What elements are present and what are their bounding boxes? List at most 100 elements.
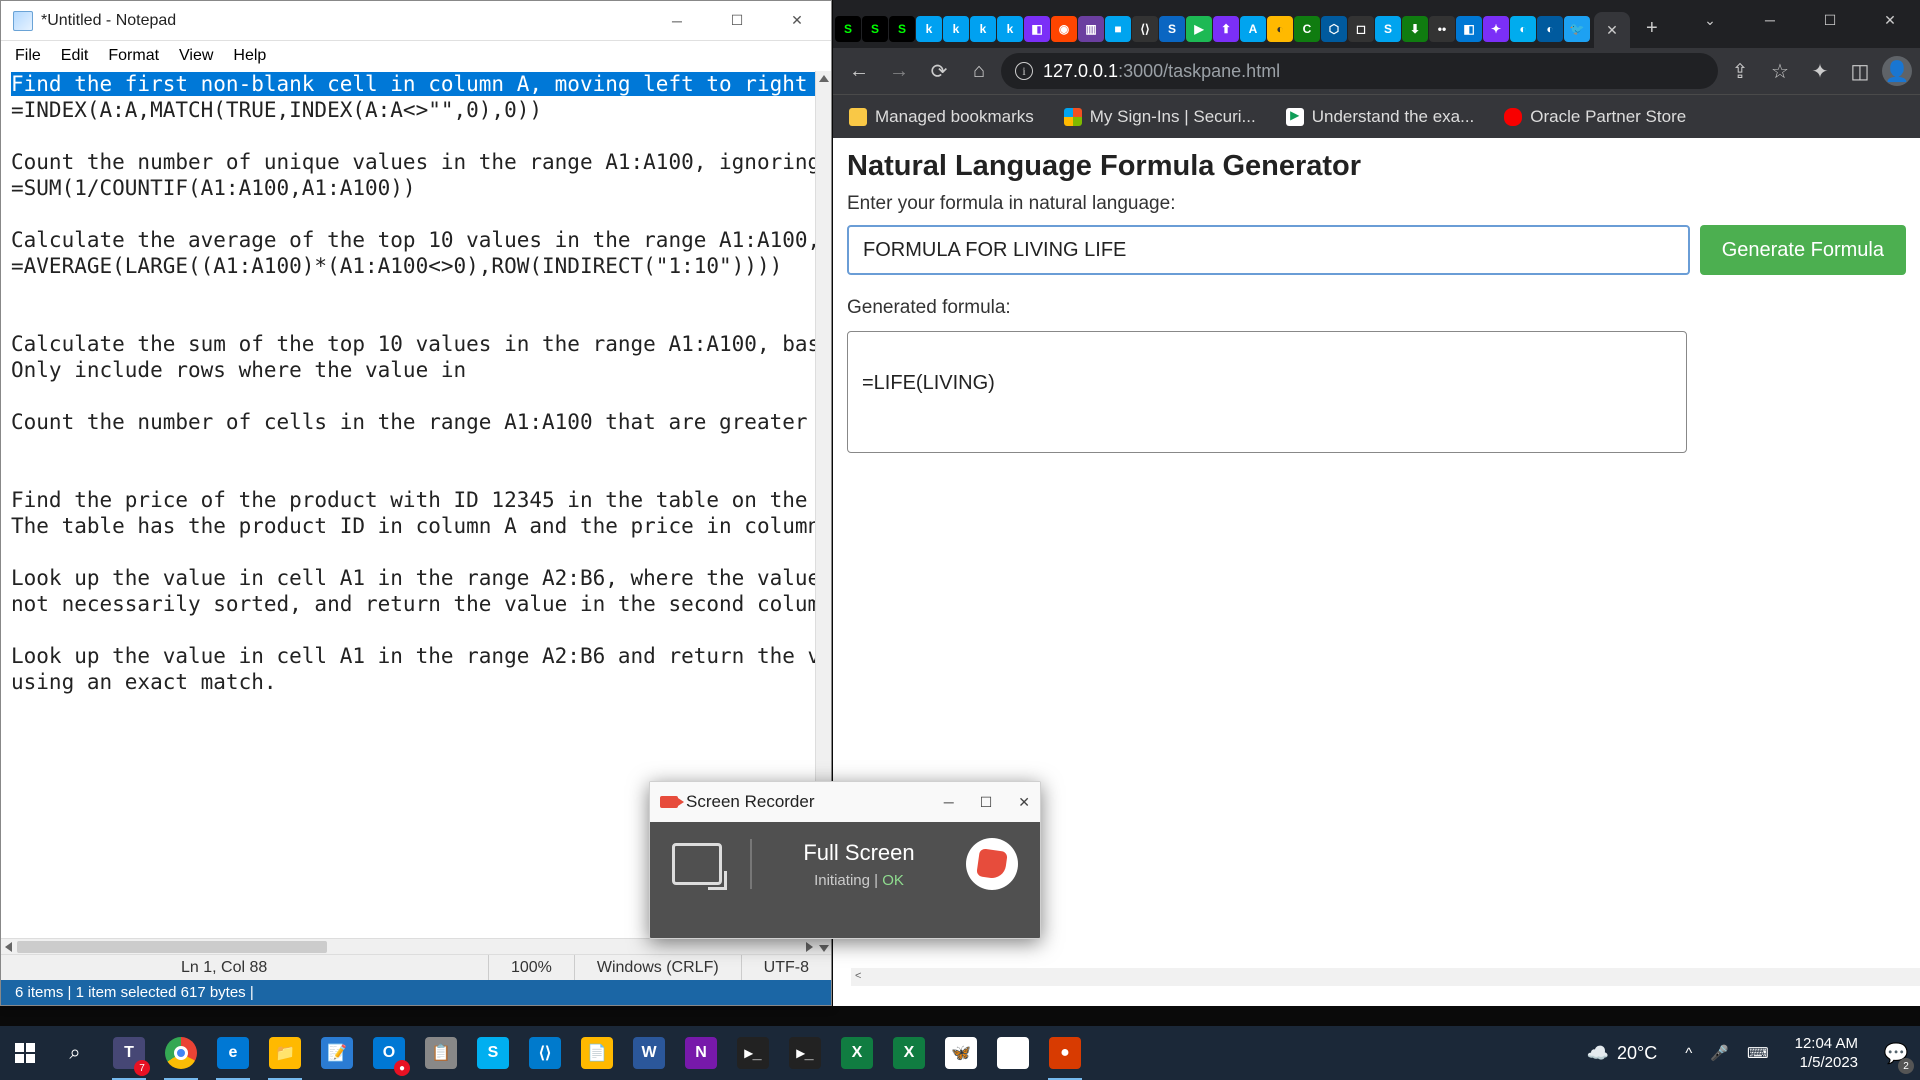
profile-icon[interactable]: 👤: [1882, 56, 1912, 86]
taskbar-app[interactable]: 📝: [312, 1026, 362, 1080]
weather-widget[interactable]: ☁️ 20°C: [1571, 1043, 1674, 1064]
tab-favicon[interactable]: ■: [1105, 16, 1131, 42]
back-button[interactable]: ←: [841, 53, 877, 89]
tab-favicon[interactable]: S: [1159, 16, 1185, 42]
tab-favicon[interactable]: 🐦: [1564, 16, 1590, 42]
site-info-icon[interactable]: i: [1015, 62, 1033, 80]
recorder-titlebar[interactable]: Screen Recorder ─ ☐ ✕: [650, 782, 1040, 822]
browser-minimize-button[interactable]: ─: [1740, 0, 1800, 40]
sidepanel-icon[interactable]: ◫: [1842, 53, 1878, 89]
tab-favicon[interactable]: ◐: [1510, 16, 1536, 42]
notifications-button[interactable]: 💬2: [1872, 1026, 1920, 1080]
taskbar-app[interactable]: ▸_: [728, 1026, 778, 1080]
taskbar-app[interactable]: W: [624, 1026, 674, 1080]
taskbar-app[interactable]: ⊞: [988, 1026, 1038, 1080]
tab-favicon[interactable]: k: [970, 16, 996, 42]
tab-favicon[interactable]: ◐: [1267, 16, 1293, 42]
close-button[interactable]: ✕: [767, 1, 827, 41]
menu-file[interactable]: File: [5, 43, 51, 69]
taskbar-app[interactable]: [156, 1026, 206, 1080]
maximize-button[interactable]: ☐: [707, 1, 767, 41]
tab-favicon[interactable]: S: [862, 16, 888, 42]
bookmark-item[interactable]: Oracle Partner Store: [1496, 103, 1694, 131]
tab-favicon[interactable]: ◻: [1348, 16, 1374, 42]
reload-button[interactable]: ⟳: [921, 53, 957, 89]
taskbar-app[interactable]: S: [468, 1026, 518, 1080]
tab-favicon[interactable]: ⟨⟩: [1132, 16, 1158, 42]
tab-favicon[interactable]: k: [943, 16, 969, 42]
taskbar-app[interactable]: X: [884, 1026, 934, 1080]
close-tab-icon[interactable]: ✕: [1606, 22, 1618, 39]
taskbar-app[interactable]: O●: [364, 1026, 414, 1080]
taskbar-app[interactable]: N: [676, 1026, 726, 1080]
formula-input[interactable]: [847, 225, 1690, 275]
taskbar-app[interactable]: 📄: [572, 1026, 622, 1080]
tab-favicon[interactable]: ✦: [1483, 16, 1509, 42]
tray-chevron-icon[interactable]: ^: [1685, 1045, 1692, 1062]
bookmark-item[interactable]: ▶ Understand the exa...: [1278, 103, 1483, 131]
system-tray[interactable]: ^ 🎤 ⌨: [1673, 1044, 1780, 1062]
tab-favicon[interactable]: ••: [1429, 16, 1455, 42]
taskbar-app[interactable]: 📋: [416, 1026, 466, 1080]
search-button[interactable]: ⌕: [50, 1042, 100, 1065]
tab-favicon[interactable]: A: [1240, 16, 1266, 42]
menu-view[interactable]: View: [169, 43, 223, 69]
tab-search-icon[interactable]: ⌄: [1680, 0, 1740, 40]
tab-favicon[interactable]: S: [889, 16, 915, 42]
taskbar-app[interactable]: ⟨⟩: [520, 1026, 570, 1080]
tab-favicon[interactable]: ◉: [1051, 16, 1077, 42]
browser-maximize-button[interactable]: ☐: [1800, 0, 1860, 40]
page-horizontal-scrollbar[interactable]: [851, 968, 1920, 986]
tab-favicon[interactable]: ◧: [1024, 16, 1050, 42]
menu-format[interactable]: Format: [98, 43, 169, 69]
minimize-button[interactable]: ─: [647, 1, 707, 41]
tab-favicon[interactable]: ▥: [1078, 16, 1104, 42]
taskbar-app[interactable]: ●: [1040, 1026, 1090, 1080]
notepad-titlebar[interactable]: *Untitled - Notepad ─ ☐ ✕: [1, 1, 831, 41]
screen-area-icon[interactable]: [672, 843, 722, 885]
tab-favicon[interactable]: C: [1294, 16, 1320, 42]
tab-favicon[interactable]: ◧: [1456, 16, 1482, 42]
share-icon[interactable]: ⇪: [1722, 53, 1758, 89]
bookmark-label: Understand the exa...: [1312, 107, 1475, 127]
tab-favicon[interactable]: ⬇: [1402, 16, 1428, 42]
start-button[interactable]: [0, 1026, 50, 1080]
horizontal-scrollbar[interactable]: [1, 938, 817, 954]
taskbar-app[interactable]: 🦋: [936, 1026, 986, 1080]
tab-favicon[interactable]: S: [1375, 16, 1401, 42]
bookmark-star-icon[interactable]: ☆: [1762, 53, 1798, 89]
tab-favicon[interactable]: ⬡: [1321, 16, 1347, 42]
tab-favicon[interactable]: k: [916, 16, 942, 42]
menu-edit[interactable]: Edit: [51, 43, 99, 69]
taskbar-app[interactable]: ▸_: [780, 1026, 830, 1080]
tab-favicon[interactable]: k: [997, 16, 1023, 42]
recorder-minimize-button[interactable]: ─: [944, 794, 954, 811]
tab-favicon[interactable]: S: [835, 16, 861, 42]
tab-favicon[interactable]: ⬆: [1213, 16, 1239, 42]
taskbar-app[interactable]: e: [208, 1026, 258, 1080]
taskbar-app[interactable]: T7: [104, 1026, 154, 1080]
bookmark-icon: ▶: [1286, 108, 1304, 126]
home-button[interactable]: ⌂: [961, 53, 997, 89]
bookmark-item[interactable]: Managed bookmarks: [841, 103, 1042, 131]
tab-favicon[interactable]: ▶: [1186, 16, 1212, 42]
record-button[interactable]: [966, 838, 1018, 890]
tray-keyboard-icon[interactable]: ⌨: [1747, 1044, 1769, 1062]
browser-close-button[interactable]: ✕: [1860, 0, 1920, 40]
generate-formula-button[interactable]: Generate Formula: [1700, 225, 1906, 275]
extensions-icon[interactable]: ✦: [1802, 53, 1838, 89]
tab-favicon[interactable]: ◐: [1537, 16, 1563, 42]
active-tab[interactable]: ✕: [1594, 12, 1630, 48]
taskbar-app[interactable]: 📁: [260, 1026, 310, 1080]
forward-button[interactable]: →: [881, 53, 917, 89]
recorder-maximize-button[interactable]: ☐: [980, 794, 993, 811]
generated-formula-output[interactable]: [847, 331, 1687, 453]
address-bar[interactable]: i 127.0.0.1:3000/taskpane.html: [1001, 53, 1718, 89]
tray-mic-icon[interactable]: 🎤: [1710, 1044, 1729, 1062]
menu-help[interactable]: Help: [223, 43, 276, 69]
taskbar-app[interactable]: X: [832, 1026, 882, 1080]
taskbar-clock[interactable]: 12:04 AM 1/5/2023: [1781, 1034, 1872, 1073]
recorder-close-button[interactable]: ✕: [1018, 794, 1030, 811]
new-tab-button[interactable]: +: [1646, 17, 1658, 40]
bookmark-item[interactable]: My Sign-Ins | Securi...: [1056, 103, 1264, 131]
